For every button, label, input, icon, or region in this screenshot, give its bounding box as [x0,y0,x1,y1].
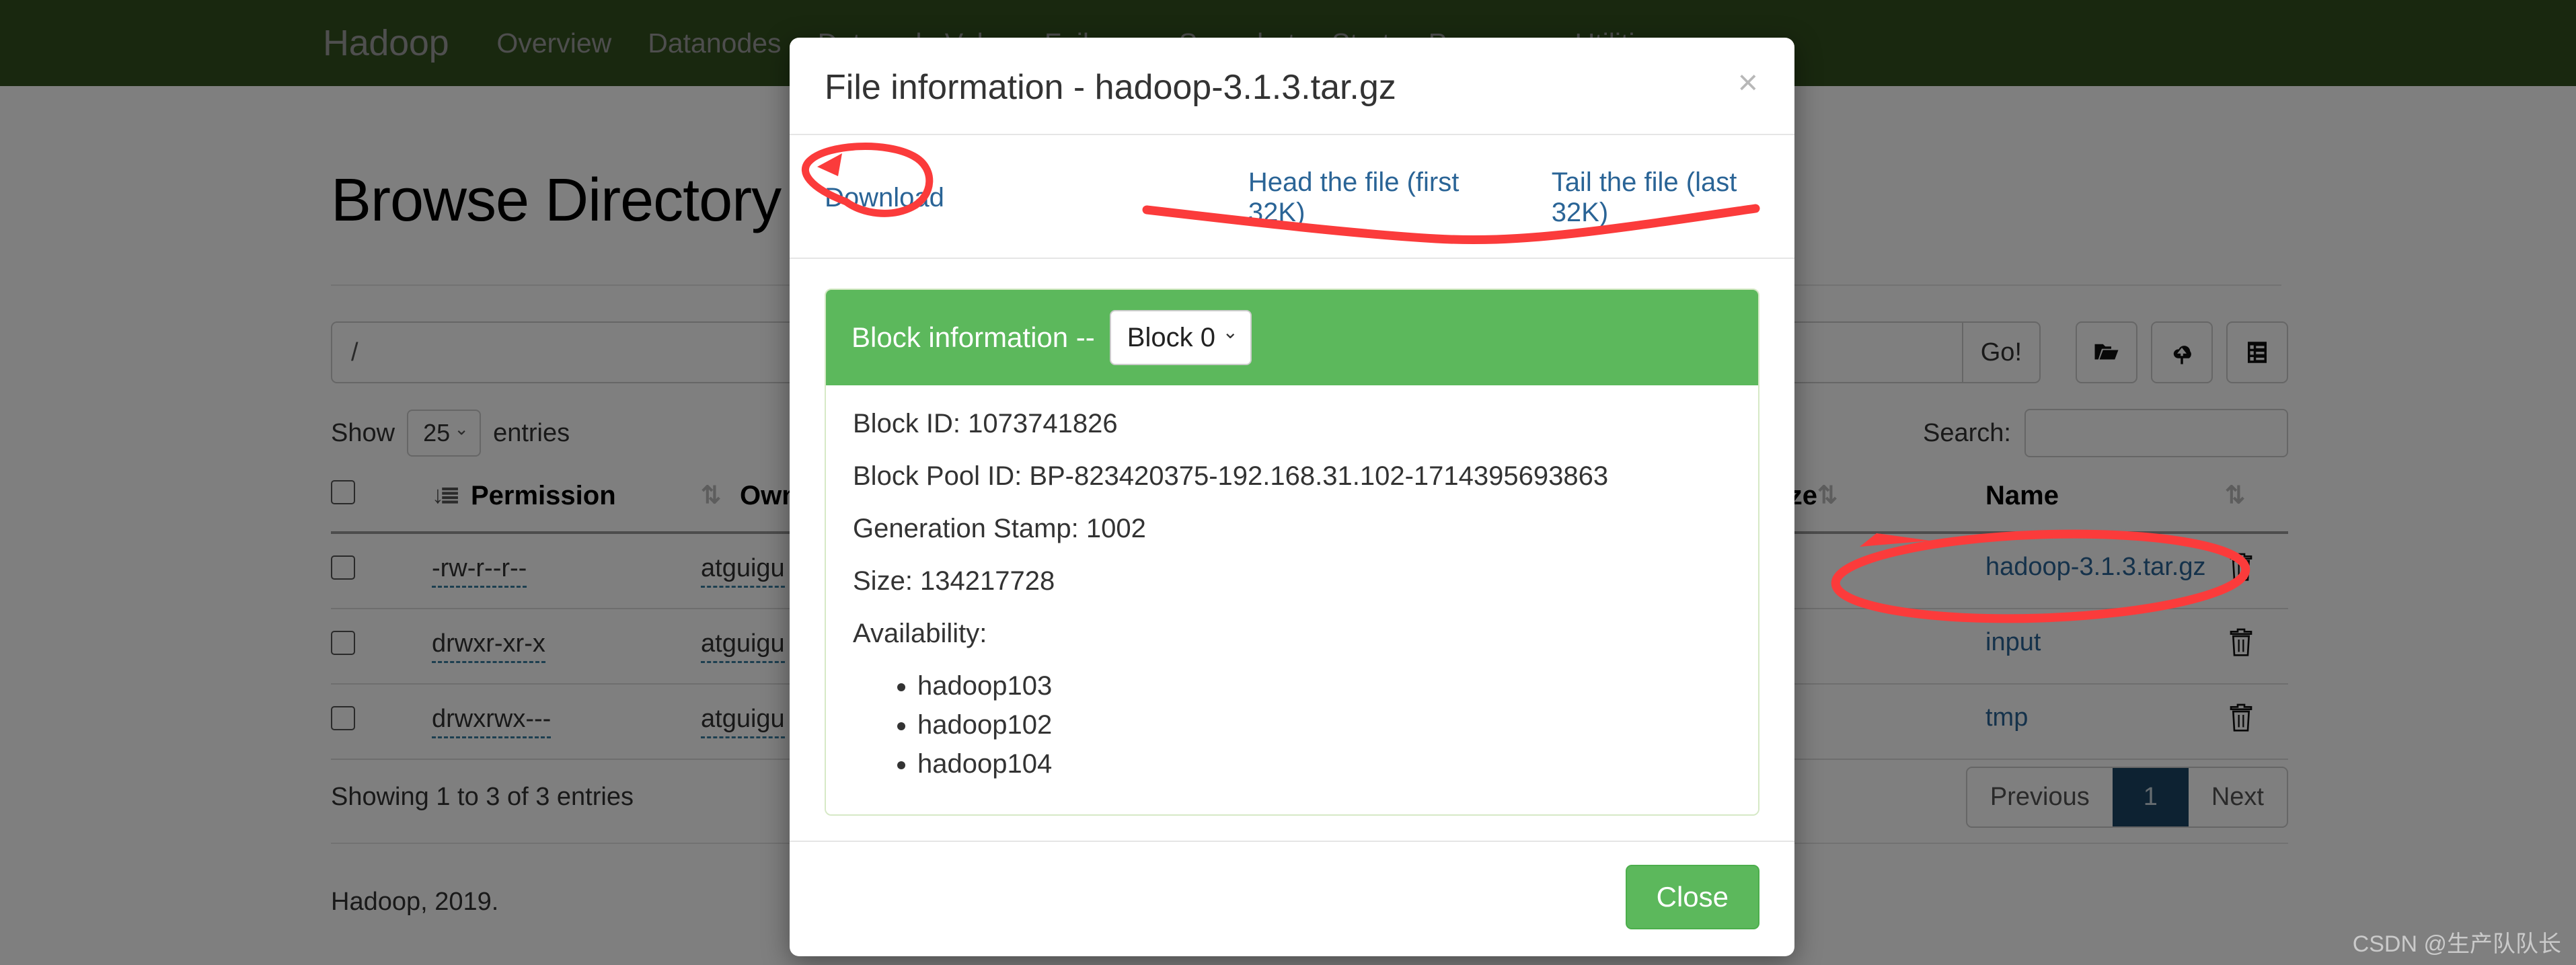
block-select-value: Block 0 [1127,323,1215,352]
download-link[interactable]: Download [825,183,944,213]
tail-file-link[interactable]: Tail the file (last 32K) [1552,167,1759,228]
block-panel-title: Block information -- [851,321,1095,354]
block-information-panel: Block information -- Block 0⌄ Block ID: … [825,288,1759,816]
file-information-modal: File information - hadoop-3.1.3.tar.gz ×… [790,38,1794,956]
close-button[interactable]: Close [1626,865,1759,929]
head-file-link[interactable]: Head the file (first 32K) [1248,167,1478,228]
chevron-down-icon: ⌄ [1222,306,1238,358]
watermark: CSDN @生产队队长 [2353,925,2561,958]
list-item: hadoop103 [917,670,1731,701]
availability-list: hadoop103 hadoop102 hadoop104 [853,670,1731,779]
list-item: hadoop104 [917,748,1731,779]
modal-title: File information - hadoop-3.1.3.tar.gz [825,69,1759,107]
modal-footer: Close [790,841,1794,956]
screen: Hadoop Overview Datanodes Datanode Volum… [0,0,2576,965]
generation-stamp-text: Generation Stamp: 1002 [853,513,1731,544]
modal-links-row: Download Head the file (first 32K) Tail … [790,135,1794,259]
availability-label: Availability: [853,618,1731,649]
modal-header: File information - hadoop-3.1.3.tar.gz × [790,38,1794,135]
block-id-text: Block ID: 1073741826 [853,408,1731,439]
block-panel-heading: Block information -- Block 0⌄ [826,290,1758,385]
block-select[interactable]: Block 0⌄ [1110,310,1252,365]
modal-body: Block information -- Block 0⌄ Block ID: … [790,259,1794,841]
block-pool-id-text: Block Pool ID: BP-823420375-192.168.31.1… [853,461,1731,492]
close-icon[interactable]: × [1734,65,1762,101]
list-item: hadoop102 [917,709,1731,740]
block-panel-body: Block ID: 1073741826 Block Pool ID: BP-8… [826,385,1758,814]
block-size-text: Size: 134217728 [853,566,1731,596]
